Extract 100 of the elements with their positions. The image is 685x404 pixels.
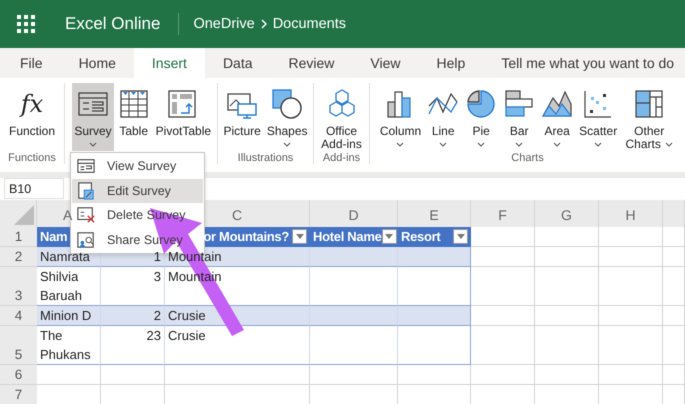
row-header[interactable]: 1 [0, 227, 37, 247]
row-header[interactable]: 2 [0, 247, 37, 267]
filter-button[interactable] [292, 229, 307, 244]
ribbon-button[interactable]: Office Add-ins [317, 83, 366, 151]
ribbon-button[interactable]: Pie [463, 83, 500, 151]
column-header[interactable]: G [535, 200, 599, 227]
grid-cell [535, 267, 599, 306]
column-header[interactable]: D [310, 200, 398, 227]
filter-button[interactable] [453, 229, 468, 244]
grid-cell [599, 267, 663, 306]
grid-cell [663, 247, 685, 267]
ribbon-tab[interactable]: Home [60, 48, 134, 78]
grid-cell [471, 227, 535, 247]
header-text: Hotel Name [313, 228, 382, 246]
edit-form-icon [78, 182, 94, 200]
row-header[interactable]: 5 [0, 326, 37, 365]
column-header[interactable]: F [471, 200, 535, 227]
ribbon-tab[interactable]: File [0, 48, 61, 78]
ribbon-button[interactable]: Area [539, 83, 576, 151]
ribbon-button[interactable]: fx Function [6, 83, 58, 151]
column-header[interactable]: E [398, 200, 471, 227]
ribbon-button[interactable]: PivotTable [154, 83, 210, 151]
group-label: Add-ins [322, 152, 360, 164]
grid-cell [37, 365, 101, 385]
ribbon-button[interactable]: Survey [72, 83, 114, 151]
tell-me-search[interactable]: Tell me what you want to do [501, 48, 674, 78]
menu-item[interactable]: Edit Survey [72, 178, 203, 203]
row-header[interactable]: 3 [0, 267, 37, 306]
treemap-chart-icon [636, 90, 663, 118]
grid-cell [663, 365, 685, 385]
grid-cell [471, 306, 535, 326]
filter-button[interactable] [382, 229, 397, 244]
ribbon-tab[interactable]: View [352, 48, 419, 78]
pivot-table-icon [168, 90, 196, 118]
line-chart-icon [428, 92, 458, 114]
grid-cell [663, 326, 685, 365]
header-text: Resort [401, 228, 440, 246]
grid-cell [535, 326, 599, 365]
picture-icon [227, 93, 257, 119]
group-label: Charts [511, 152, 544, 164]
app-launcher-icon[interactable] [17, 15, 35, 33]
ribbon-tab[interactable]: Help [418, 48, 484, 78]
bar-chart-icon [506, 90, 533, 117]
area-chart-icon [542, 90, 572, 117]
form-icon [78, 92, 108, 116]
column-header[interactable]: H [599, 200, 663, 227]
row-header[interactable]: 4 [0, 306, 37, 326]
shapes-icon [272, 89, 302, 119]
share-form-icon [77, 232, 94, 248]
row-header[interactable]: 7 [0, 385, 37, 404]
grid-cell [535, 306, 599, 326]
pie-chart-icon [467, 90, 495, 118]
ribbon-tab[interactable]: Review [270, 48, 352, 78]
hexagon-icon [328, 89, 354, 117]
ribbon-tab[interactable]: Insert [134, 48, 205, 78]
table-cell: Minion D [37, 306, 101, 326]
grid-cell [599, 326, 663, 365]
table-cell: The Phukans [37, 326, 101, 365]
grid-cell [471, 247, 535, 267]
header-text: Nam [40, 228, 68, 246]
ribbon-button[interactable]: Scatter [577, 83, 620, 151]
caret-down-icon [296, 234, 304, 239]
grid-cell [101, 365, 165, 385]
grid-cell [663, 267, 685, 306]
ribbon-button[interactable]: Shapes [264, 83, 310, 151]
grid-cell [599, 247, 663, 267]
grid-cell [471, 326, 535, 365]
form-icon [77, 159, 95, 174]
ribbon-button[interactable]: Line [425, 83, 462, 151]
menu-item[interactable]: View Survey [72, 154, 203, 178]
ribbon-button[interactable]: Picture [221, 83, 263, 151]
breadcrumb-link[interactable]: Documents [272, 16, 346, 32]
ribbon-button[interactable]: Bar [501, 83, 538, 151]
grid-cell [471, 267, 535, 306]
grid-cell [599, 365, 663, 385]
table-cell: 23 [101, 326, 165, 365]
grid-cell [599, 227, 663, 247]
column-chart-icon [388, 91, 412, 118]
grid-cell [535, 365, 599, 385]
ribbon-button[interactable]: Table [116, 83, 152, 151]
grid-cell [471, 365, 535, 385]
breadcrumb-link[interactable]: OneDrive [193, 16, 255, 32]
group-label: Functions [8, 152, 56, 164]
chevron-right-icon [260, 19, 267, 29]
name-box[interactable]: B10 [4, 178, 64, 199]
app-name: Excel Online [65, 14, 160, 34]
row-header[interactable]: 6 [0, 365, 37, 385]
delete-form-icon [77, 208, 95, 224]
group-label: Illustrations [238, 152, 294, 164]
grid-cell [599, 306, 663, 326]
scatter-chart-icon [584, 91, 612, 118]
grid-cell [535, 227, 599, 247]
table-icon [120, 90, 148, 118]
grid-cell [663, 306, 685, 326]
ribbon-button[interactable]: Column [378, 83, 424, 151]
ribbon-button[interactable]: Other Charts [621, 83, 678, 151]
table-cell: 2 [101, 306, 165, 326]
grid-cell [663, 227, 685, 247]
grid-cell [535, 247, 599, 267]
ribbon-tab[interactable]: Data [204, 48, 271, 78]
